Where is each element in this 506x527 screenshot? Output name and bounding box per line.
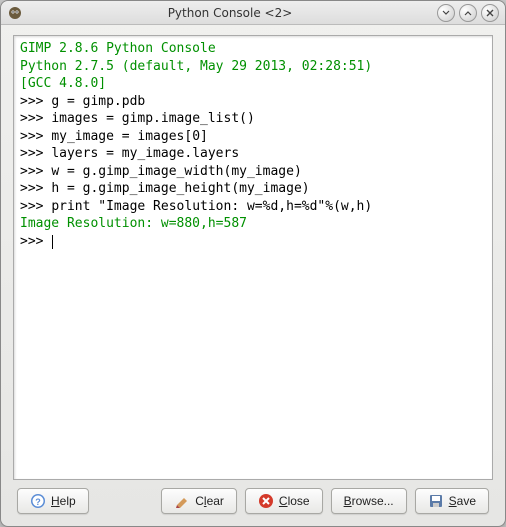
close-button[interactable]: Close (245, 488, 323, 514)
save-icon (428, 493, 444, 509)
prompt: >>> (20, 234, 43, 249)
console-header-line: Python 2.7.5 (default, May 29 2013, 02:2… (20, 59, 372, 74)
button-group-right: Clear Close Browse... Save (161, 488, 489, 514)
help-icon: ? (30, 493, 46, 509)
button-bar: ? Help Clear Close (13, 480, 493, 518)
help-button[interactable]: ? Help (17, 488, 89, 514)
prompt: >>> (20, 94, 43, 109)
prompt: >>> (20, 164, 43, 179)
window-title: Python Console <2> (27, 6, 433, 20)
button-label: Browse... (344, 494, 394, 508)
python-console-window: Python Console <2> GIMP 2.8.6 Python Con… (0, 0, 506, 527)
button-label: Close (279, 494, 310, 508)
console-output[interactable]: GIMP 2.8.6 Python Console Python 2.7.5 (… (13, 35, 493, 480)
button-label: Clear (195, 494, 224, 508)
clear-button[interactable]: Clear (161, 488, 237, 514)
console-input-line: w = g.gimp_image_width(my_image) (51, 164, 301, 179)
browse-button[interactable]: Browse... (331, 488, 407, 514)
svg-text:?: ? (35, 497, 41, 507)
console-header-line: [GCC 4.8.0] (20, 76, 106, 91)
console-input-line: g = gimp.pdb (51, 94, 145, 109)
minimize-button[interactable] (437, 4, 455, 22)
button-label: Save (449, 494, 476, 508)
console-input-line: print "Image Resolution: w=%d,h=%d"%(w,h… (51, 199, 372, 214)
button-label: Help (51, 494, 76, 508)
content-area: GIMP 2.8.6 Python Console Python 2.7.5 (… (1, 25, 505, 526)
close-window-button[interactable] (481, 4, 499, 22)
maximize-button[interactable] (459, 4, 477, 22)
prompt: >>> (20, 111, 43, 126)
console-input-line: images = gimp.image_list() (51, 111, 255, 126)
text-cursor (52, 235, 53, 249)
console-input-line: my_image = images[0] (51, 129, 208, 144)
gimp-icon (7, 5, 23, 21)
titlebar[interactable]: Python Console <2> (1, 1, 505, 25)
console-input-line: h = g.gimp_image_height(my_image) (51, 181, 309, 196)
console-input-line: layers = my_image.layers (51, 146, 239, 161)
prompt: >>> (20, 199, 43, 214)
close-round-icon (258, 493, 274, 509)
clear-icon (174, 493, 190, 509)
prompt: >>> (20, 129, 43, 144)
prompt: >>> (20, 146, 43, 161)
console-output-line: Image Resolution: w=880,h=587 (20, 216, 247, 231)
button-group-left: ? Help (17, 488, 89, 514)
console-header-line: GIMP 2.8.6 Python Console (20, 41, 216, 56)
prompt: >>> (20, 181, 43, 196)
save-button[interactable]: Save (415, 488, 489, 514)
